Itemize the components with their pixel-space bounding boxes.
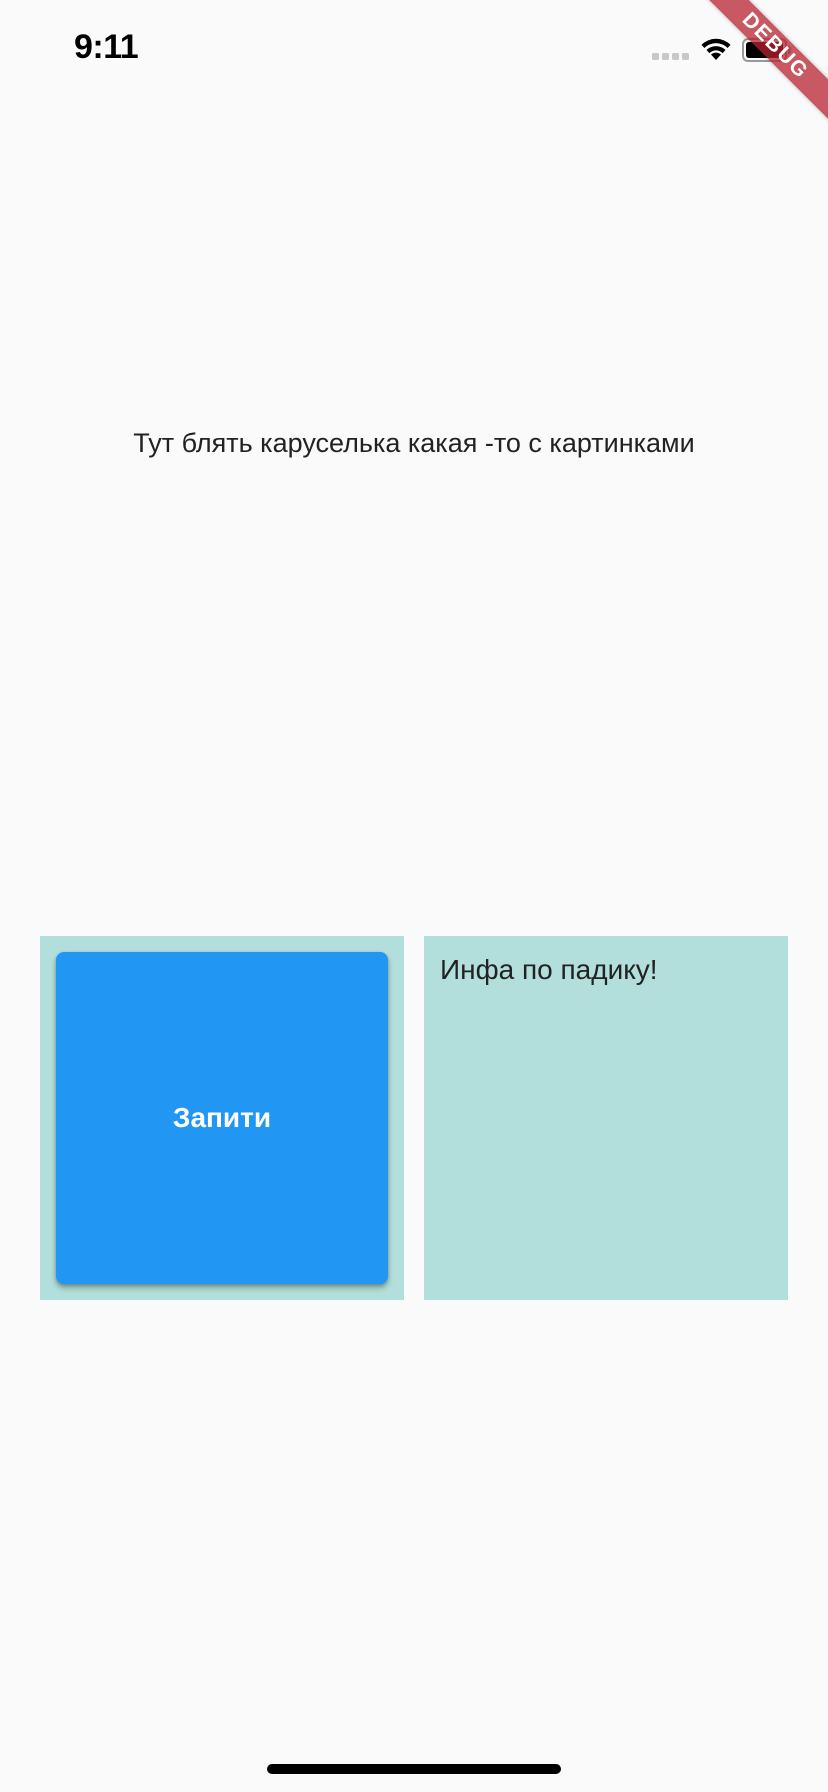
home-indicator[interactable] <box>267 1764 561 1774</box>
status-time: 9:11 <box>74 28 139 66</box>
query-tile: Запити <box>40 936 404 1300</box>
query-button[interactable]: Запити <box>56 952 388 1284</box>
debug-banner-label: DEBUG <box>690 0 828 131</box>
carousel-placeholder-text: Тут блять каруселька какая -то с картинк… <box>133 428 695 458</box>
info-text: Инфа по падику! <box>440 954 658 985</box>
cellular-signal-icon <box>652 53 689 60</box>
info-tile: Инфа по падику! <box>424 936 788 1300</box>
debug-banner: DEBUG <box>688 0 828 140</box>
app-screen: 9:11 DEBUG Тут блять каруселька какая -т… <box>0 0 828 1792</box>
